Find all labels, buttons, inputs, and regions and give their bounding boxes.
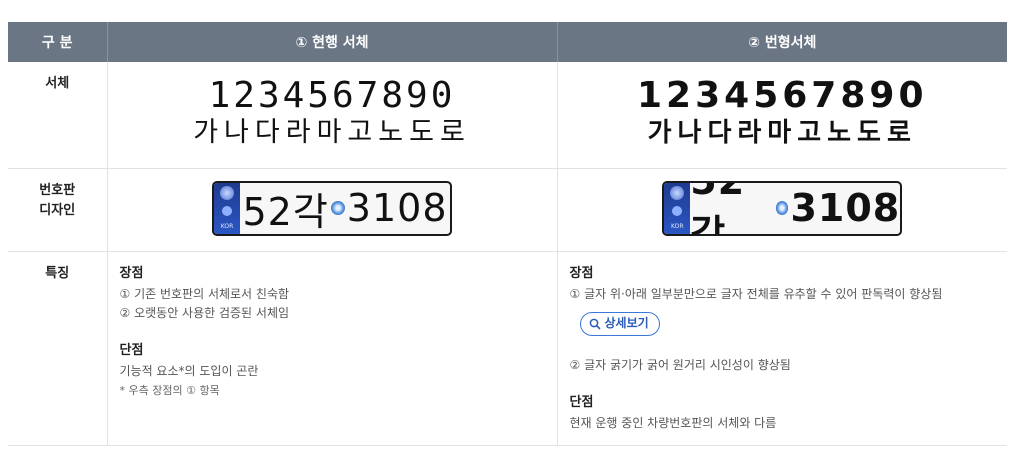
- font-row: 서체 1234567890 가나다라마고노도로 1234567890 가나다라마…: [8, 62, 1008, 169]
- font-row-label: 서체: [8, 62, 108, 169]
- plate-emblem-strip: KOR: [664, 182, 691, 234]
- variant-merits-title: 장점: [569, 265, 594, 281]
- current-plate-number: 52각 3108: [240, 183, 450, 234]
- plate-row: 번호판 디자인 KOR 52각 3108 KOR 52각 3108: [8, 168, 1007, 252]
- current-footnote: * 우측 장점의 ① 항목: [119, 383, 220, 397]
- detail-view-button[interactable]: 상세보기: [579, 311, 660, 336]
- korea-tag-icon: KOR: [671, 223, 684, 231]
- features-row-label: 특징: [8, 251, 108, 446]
- search-icon: [589, 318, 601, 330]
- globe-icon: [670, 185, 685, 200]
- globe-icon: [220, 185, 234, 200]
- current-demerits-title: 단점: [119, 342, 144, 358]
- hologram-icon: [672, 206, 683, 217]
- variant-plate-cell: KOR 52각 3108: [557, 168, 1007, 252]
- header-current-font: ① 현행 서체: [107, 22, 558, 62]
- current-sample-hangul: 가나다라마고노도로: [193, 117, 471, 148]
- current-font-sample: 1234567890 가나다라마고노도로: [108, 62, 557, 150]
- current-sample-digits: 1234567890: [208, 75, 456, 116]
- header-row: 구 분 ① 현행 서체 ② 번형서체: [8, 22, 1007, 62]
- current-merits-title: 장점: [119, 265, 144, 281]
- variant-demerits-title: 단점: [569, 394, 594, 410]
- current-license-plate: KOR 52각 3108: [212, 180, 452, 236]
- variant-plate-suffix: 3108: [790, 186, 901, 230]
- seal-icon: [775, 201, 789, 215]
- detail-view-label: 상세보기: [604, 316, 649, 330]
- seal-icon: [330, 201, 345, 215]
- plate-emblem-strip: KOR: [214, 182, 240, 234]
- current-plate-cell: KOR 52각 3108: [107, 168, 558, 252]
- plate-label-line2: 디자인: [39, 202, 76, 218]
- variant-plate-number: 52각 3108: [690, 180, 901, 236]
- current-merit-1: ① 기존 번호판의 서체로서 친숙함: [119, 286, 290, 301]
- variant-plate-prefix: 52각: [690, 180, 746, 236]
- current-demerit-1: 기능적 요소*의 도입이 곤란: [119, 363, 259, 378]
- plate-label-line1: 번호판: [39, 182, 76, 198]
- variant-font-sample: 1234567890 가나다라마고노도로: [558, 62, 1008, 150]
- variant-sample-digits: 1234567890: [637, 75, 928, 116]
- plate-row-label: 번호판 디자인: [8, 168, 108, 252]
- current-plate-prefix: 52각: [242, 189, 329, 234]
- hologram-icon: [222, 206, 232, 217]
- features-label-text: 특징: [45, 265, 70, 281]
- variant-sample-hangul: 가나다라마고노도로: [647, 118, 917, 148]
- variant-merit-2: ② 글자 굵기가 굵어 원거리 시인성이 향상됨: [569, 357, 791, 372]
- variant-demerit-1: 현재 운행 중인 차량번호판의 서체와 다름: [569, 415, 777, 430]
- current-merit-2: ② 오랫동안 사용한 검증된 서체임: [119, 305, 290, 320]
- korea-tag-icon: KOR: [220, 223, 234, 231]
- header-variant-font: ② 번형서체: [557, 22, 1007, 62]
- current-features-cell: 장점 ① 기존 번호판의 서체로서 친숙함 ② 오랫동안 사용한 검증된 서체임…: [107, 251, 558, 446]
- current-font-cell: 1234567890 가나다라마고노도로: [107, 62, 558, 169]
- variant-features-cell: 장점 ① 글자 위·아래 일부분만으로 글자 전체를 유추할 수 있어 판독력이…: [557, 251, 1007, 446]
- header-category: 구 분: [8, 22, 108, 62]
- current-plate-suffix: 3108: [346, 186, 448, 230]
- comparison-table: 구 분 ① 현행 서체 ② 번형서체 서체 1234567890 가나다라마고노…: [8, 22, 1007, 446]
- variant-license-plate: KOR 52각 3108: [662, 180, 903, 236]
- features-row: 특징 장점 ① 기존 번호판의 서체로서 친숙함 ② 오랫동안 사용한 검증된 …: [8, 251, 1007, 446]
- variant-merit-1: ① 글자 위·아래 일부분만으로 글자 전체를 유추할 수 있어 판독력이 향상…: [569, 286, 943, 301]
- variant-font-cell: 1234567890 가나다라마고노도로: [557, 62, 1008, 169]
- font-label-text: 서체: [45, 76, 70, 91]
